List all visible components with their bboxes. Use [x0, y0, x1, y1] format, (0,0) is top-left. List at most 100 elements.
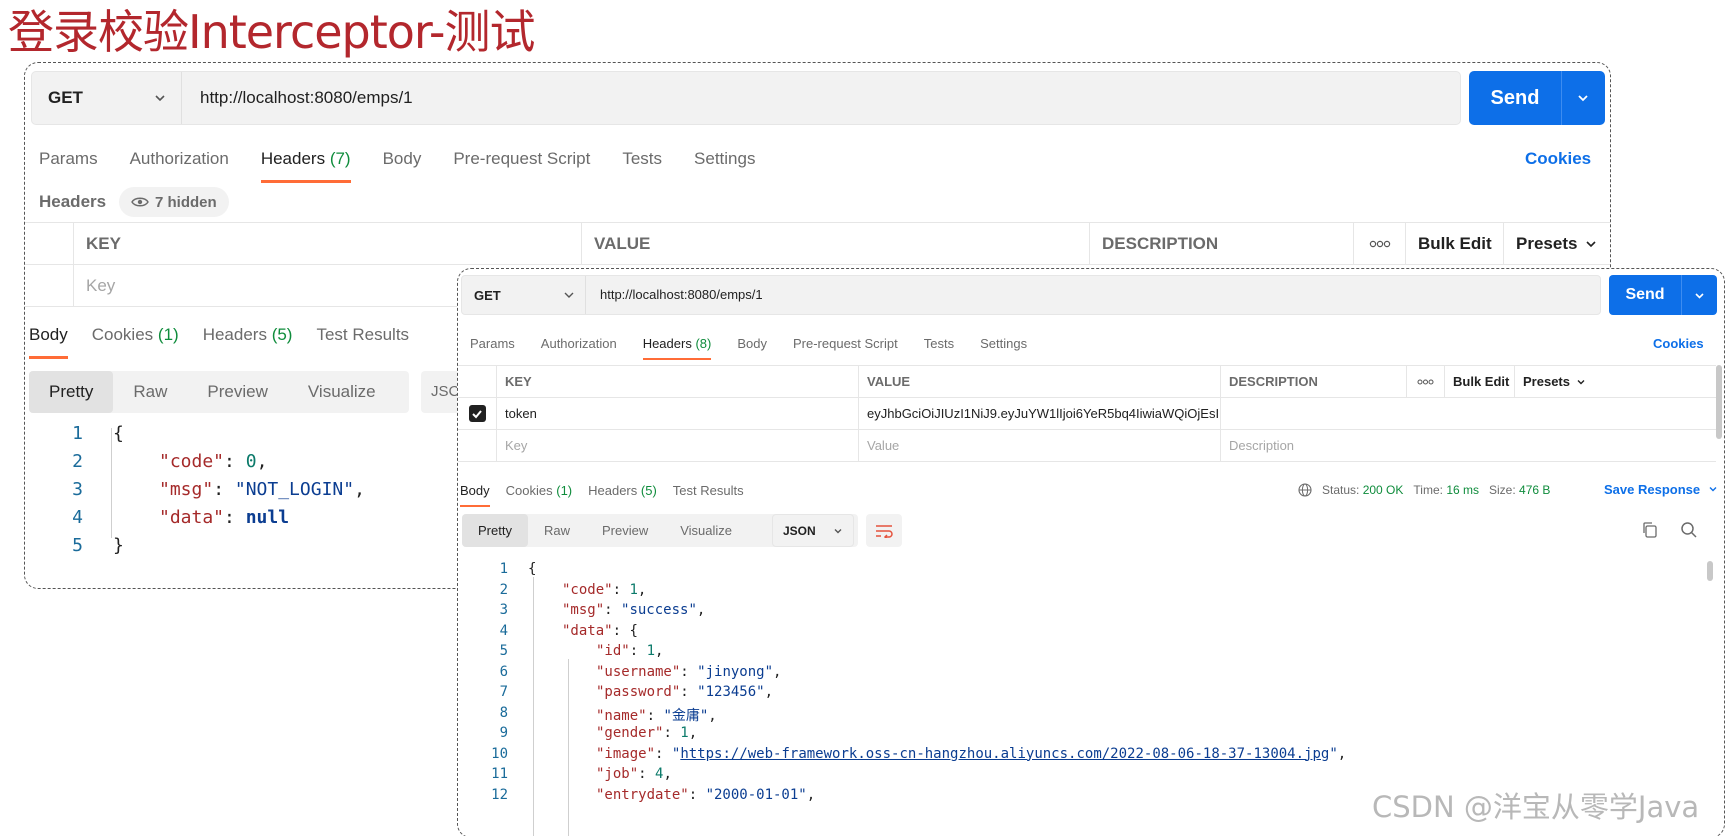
tab-pre-request-script[interactable]: Pre-request Script: [453, 149, 590, 179]
wrap-lines-button[interactable]: [866, 514, 902, 547]
description-input[interactable]: Description: [1220, 430, 1602, 461]
tab-params[interactable]: Params: [39, 149, 98, 179]
watermark: CSDN @洋宝从零学Java: [1372, 790, 1700, 824]
code-line: {: [528, 561, 536, 577]
view-visualize[interactable]: Visualize: [664, 514, 748, 547]
code-line: "gender": 1,: [596, 725, 698, 741]
code-line: "name": "金庸",: [596, 707, 717, 724]
tab-tests[interactable]: Tests: [924, 336, 954, 360]
format-select[interactable]: JSON: [772, 514, 854, 547]
tab-authorization[interactable]: Authorization: [541, 336, 617, 360]
view-pretty[interactable]: Pretty: [29, 371, 114, 413]
response-tab-test-results[interactable]: Test Results: [673, 483, 744, 507]
response-tab-cookies[interactable]: Cookies (1): [92, 325, 179, 355]
more-options-icon[interactable]: [1406, 366, 1444, 397]
table-header-row: KEY VALUE DESCRIPTION Bulk Edit Presets: [25, 223, 1610, 265]
url-bar: GET http://localhost:8080/emps/1: [31, 71, 1461, 125]
key-input[interactable]: Key: [496, 430, 858, 461]
response-tab-headers[interactable]: Headers (5): [203, 325, 293, 355]
response-tab-cookies[interactable]: Cookies (1): [506, 483, 572, 507]
json-key: "data": [159, 507, 225, 528]
json-key: "gender": [596, 725, 664, 741]
time-text: Time: 16 ms: [1413, 483, 1479, 497]
response-tab-headers-label: Headers: [588, 483, 638, 498]
chevron-down-icon: [834, 528, 842, 533]
time-value: 16 ms: [1446, 483, 1479, 497]
bulk-edit-button[interactable]: Bulk Edit: [1444, 366, 1514, 397]
headers-scrollbar[interactable]: [1716, 365, 1722, 439]
table-row: Key Value Description: [458, 430, 1716, 462]
response-tab-test-results[interactable]: Test Results: [316, 325, 409, 355]
response-tab-headers[interactable]: Headers (5): [588, 483, 657, 507]
view-raw[interactable]: Raw: [113, 371, 187, 413]
code-line: "username": "jinyong",: [596, 663, 782, 680]
image-url-link[interactable]: https://web-framework.oss-cn-hangzhou.al…: [680, 746, 1329, 762]
search-icon[interactable]: [1680, 521, 1698, 539]
view-raw[interactable]: Raw: [528, 514, 586, 547]
tab-headers-label: Headers: [260, 149, 326, 168]
value-input[interactable]: Value: [858, 430, 1220, 461]
view-pretty[interactable]: Pretty: [462, 514, 528, 547]
hidden-headers-toggle[interactable]: 7 hidden: [119, 187, 229, 217]
headers-section-label: Headers: [39, 192, 107, 211]
response-tab-body[interactable]: Body: [29, 325, 68, 359]
view-preview[interactable]: Preview: [586, 514, 664, 547]
bulk-edit-button[interactable]: Bulk Edit: [1405, 223, 1503, 264]
chevron-down-icon: [1709, 487, 1717, 492]
hidden-headers-label: 7 hidden: [155, 193, 217, 211]
tab-body[interactable]: Body: [737, 336, 767, 360]
json-value: 0: [245, 451, 257, 472]
json-value: "success": [621, 602, 697, 618]
globe-icon[interactable]: [1298, 483, 1312, 497]
tab-settings[interactable]: Settings: [980, 336, 1027, 360]
value-column-header: VALUE: [858, 366, 1220, 397]
save-response-button[interactable]: Save Response: [1604, 482, 1718, 497]
json-value: 1: [680, 725, 689, 741]
json-key: "code": [562, 581, 613, 598]
url-bar: GET http://localhost:8080/emps/1: [461, 275, 1601, 315]
send-label: Send: [1490, 87, 1540, 109]
cookies-link[interactable]: Cookies: [1525, 149, 1591, 169]
url-input[interactable]: http://localhost:8080/emps/1: [200, 72, 413, 124]
more-options-icon[interactable]: [1353, 223, 1405, 264]
header-description-cell[interactable]: [1220, 398, 1602, 429]
response-status-bar: Status: 200 OK Time: 16 ms Size: 476 B: [1298, 483, 1550, 497]
copy-icon[interactable]: [1641, 521, 1659, 539]
tab-headers[interactable]: Headers (7): [260, 149, 351, 183]
method-select[interactable]: GET: [32, 72, 182, 124]
description-column-header: DESCRIPTION: [1220, 366, 1406, 397]
tab-authorization[interactable]: Authorization: [130, 149, 229, 179]
send-options-chevron-icon[interactable]: [1561, 71, 1605, 125]
presets-dropdown[interactable]: Presets: [1503, 223, 1610, 264]
header-enabled-checkbox[interactable]: [458, 398, 496, 429]
json-value: "2000-01-01": [705, 786, 807, 803]
send-button[interactable]: Send: [1469, 71, 1605, 125]
tab-params[interactable]: Params: [470, 336, 515, 360]
send-button[interactable]: Send: [1609, 275, 1717, 315]
response-tab-body[interactable]: Body: [460, 483, 490, 507]
method-select[interactable]: GET: [462, 276, 586, 314]
response-tab-cookies-count: (1): [556, 483, 573, 498]
view-visualize[interactable]: Visualize: [288, 371, 396, 413]
json-key: "username": [596, 663, 681, 680]
cookies-link[interactable]: Cookies: [1653, 336, 1704, 351]
header-key-cell[interactable]: token: [496, 398, 858, 429]
tab-tests[interactable]: Tests: [622, 149, 662, 179]
tab-pre-request-script[interactable]: Pre-request Script: [793, 336, 898, 360]
status-value: 200 OK: [1362, 483, 1404, 497]
chevron-down-icon: [1577, 379, 1585, 384]
postman-request-panel-authenticated: GET http://localhost:8080/emps/1 Send Pa…: [457, 268, 1725, 836]
indent-guide: [111, 428, 112, 538]
tab-settings[interactable]: Settings: [694, 149, 755, 179]
presets-dropdown[interactable]: Presets: [1514, 366, 1602, 397]
eye-icon: [131, 197, 149, 207]
view-preview[interactable]: Preview: [187, 371, 287, 413]
tab-headers-count: (7): [329, 149, 351, 168]
tab-headers[interactable]: Headers (8): [642, 336, 712, 360]
response-scrollbar[interactable]: [1707, 561, 1713, 581]
tab-body[interactable]: Body: [383, 149, 422, 179]
url-input[interactable]: http://localhost:8080/emps/1: [600, 276, 763, 314]
json-value: "NOT_LOGIN": [234, 479, 355, 500]
header-value-cell[interactable]: eyJhbGciOiJIUzI1NiJ9.eyJuYW1lIjoi6YeR5bq…: [858, 398, 1220, 429]
send-options-chevron-icon[interactable]: [1681, 275, 1717, 315]
